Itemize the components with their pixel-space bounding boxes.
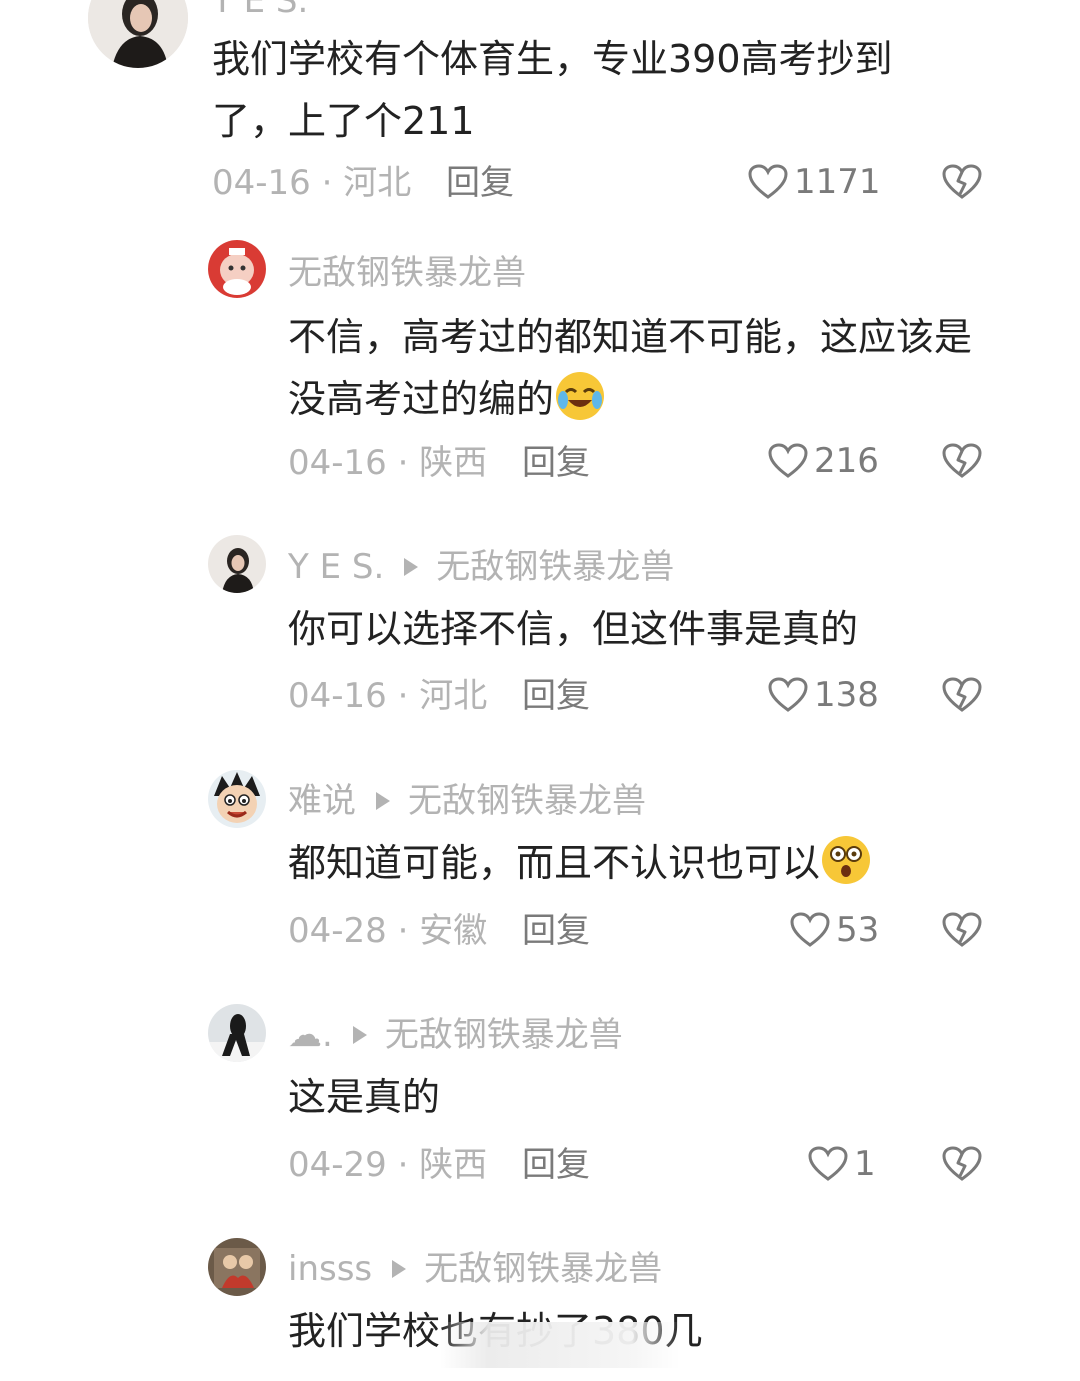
like-button[interactable]: 138 [768, 677, 879, 713]
heart-outline-icon [790, 912, 830, 947]
like-count: 1 [854, 1144, 876, 1184]
dislike-button[interactable] [942, 443, 982, 483]
like-button[interactable]: 53 [790, 912, 879, 948]
triangle-right-icon [376, 792, 390, 810]
avatar-image [208, 1238, 266, 1296]
avatar-image [208, 535, 266, 593]
like-button[interactable]: 1 [808, 1146, 876, 1182]
heart-outline-icon [768, 443, 808, 478]
author-name[interactable]: insss [288, 1252, 372, 1286]
avatar-image [88, 0, 188, 68]
heart-outline-icon [748, 164, 788, 199]
reply-to-name[interactable]: 无敌钢铁暴龙兽 [408, 784, 646, 818]
comment-text[interactable]: 不信，高考过的都知道不可能，这应该是没高考过的编的 [288, 306, 1008, 430]
broken-heart-icon [942, 1146, 982, 1181]
comment-text[interactable]: 你可以选择不信，但这件事是真的 [288, 598, 1008, 660]
avatar-image [208, 240, 266, 298]
triangle-right-icon [352, 1026, 367, 1044]
comment-meta: 04-28 · 安徽 [288, 911, 488, 951]
reply-to-name[interactable]: 无敌钢铁暴龙兽 [385, 1018, 623, 1052]
comment-meta: 04-16 · 河北 [212, 163, 412, 203]
triangle-right-icon [404, 558, 419, 576]
heart-outline-icon [808, 1146, 848, 1181]
broken-heart-icon [942, 677, 982, 712]
laughing-crying-emoji [554, 370, 606, 422]
reply-button[interactable]: 回复 [522, 679, 590, 713]
author-name[interactable]: Y E S. [288, 550, 384, 584]
comment-meta: 04-16 · 河北 [288, 676, 488, 716]
broken-heart-icon [942, 443, 982, 478]
broken-heart-icon [942, 164, 982, 199]
like-button[interactable]: 1171 [748, 164, 881, 200]
comment-author[interactable]: Y E S. [212, 0, 308, 18]
like-count: 216 [814, 441, 879, 481]
avatar[interactable] [208, 770, 266, 828]
scroll-indicator [440, 1322, 680, 1368]
reply-button[interactable]: 回复 [446, 166, 514, 200]
author-name[interactable]: 难说 [288, 784, 356, 818]
like-count: 53 [836, 910, 880, 950]
comment-meta: 04-16 · 陕西 [288, 443, 488, 483]
author-name[interactable]: Y E S. [212, 0, 308, 18]
avatar[interactable] [208, 535, 266, 593]
like-button[interactable]: 216 [768, 443, 879, 479]
like-count: 1171 [794, 162, 881, 202]
reply-button[interactable]: 回复 [522, 446, 590, 480]
comment-meta: 04-29 · 陕西 [288, 1145, 488, 1185]
reply-button[interactable]: 回复 [522, 914, 590, 948]
avatar[interactable] [208, 1238, 266, 1296]
comment-author[interactable]: ☁. 无敌钢铁暴龙兽 [288, 1018, 623, 1052]
comment-thread: Y E S. 我们学校有个体育生，专业390高考抄到了，上了个211 04-16… [0, 0, 1080, 1381]
reply-to-name[interactable]: 无敌钢铁暴龙兽 [424, 1252, 662, 1286]
heart-outline-icon [768, 677, 808, 712]
author-name[interactable]: ☁. [288, 1018, 333, 1052]
avatar-image [208, 770, 266, 828]
dislike-button[interactable] [942, 912, 982, 952]
comment-author[interactable]: Y E S. 无敌钢铁暴龙兽 [288, 550, 674, 584]
avatar[interactable] [88, 0, 188, 68]
comment-author[interactable]: 无敌钢铁暴龙兽 [288, 256, 526, 290]
comment-author[interactable]: 难说 无敌钢铁暴龙兽 [288, 784, 646, 818]
dislike-button[interactable] [942, 164, 982, 204]
dislike-button[interactable] [942, 1146, 982, 1186]
avatar[interactable] [208, 1004, 266, 1062]
comment-text[interactable]: 这是真的 [288, 1066, 1008, 1128]
broken-heart-icon [942, 912, 982, 947]
comment-author[interactable]: insss 无敌钢铁暴龙兽 [288, 1252, 662, 1286]
triangle-right-icon [392, 1260, 407, 1278]
author-name[interactable]: 无敌钢铁暴龙兽 [288, 256, 526, 290]
comment-text[interactable]: 都知道可能，而且不认识也可以 [288, 832, 1008, 894]
reply-to-name[interactable]: 无敌钢铁暴龙兽 [436, 550, 674, 584]
comment-text[interactable]: 我们学校有个体育生，专业390高考抄到了，上了个211 [212, 28, 952, 152]
avatar[interactable] [208, 240, 266, 298]
avatar-image [208, 1004, 266, 1062]
surprised-emoji [820, 834, 872, 886]
like-count: 138 [814, 675, 879, 715]
dislike-button[interactable] [942, 677, 982, 717]
reply-button[interactable]: 回复 [522, 1148, 590, 1182]
